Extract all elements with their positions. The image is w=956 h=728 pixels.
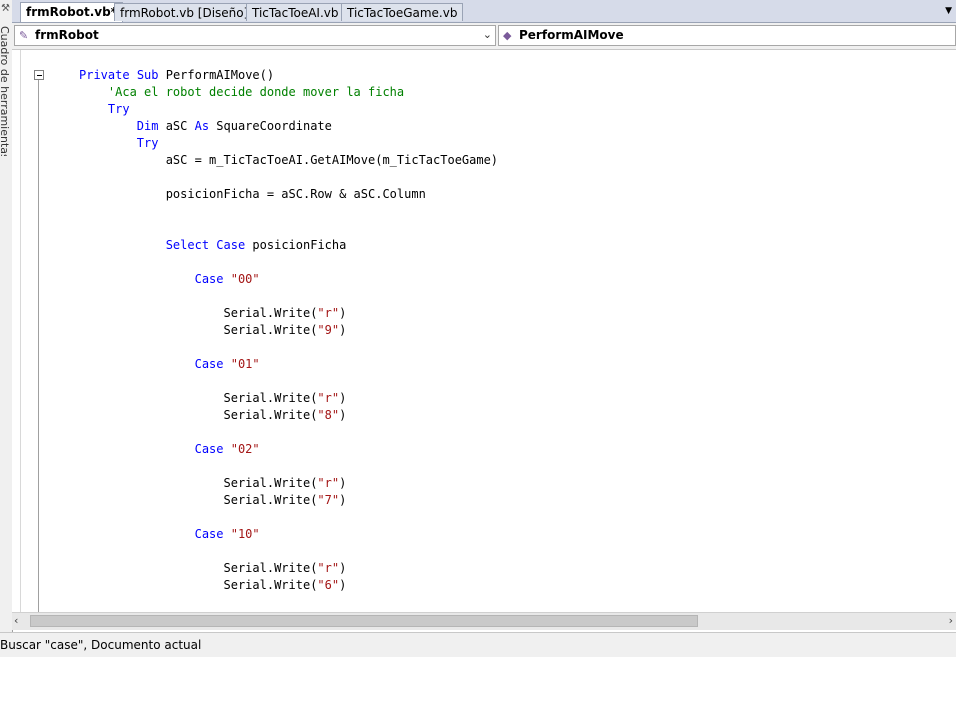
outline-collapse-icon[interactable] (34, 70, 44, 80)
chevron-down-icon[interactable]: ⌄ (483, 28, 492, 41)
code-text-span: ) (339, 391, 347, 405)
horizontal-scrollbar[interactable]: ‹ › (12, 612, 956, 630)
code-text-span: aSC (158, 119, 195, 133)
code-text-span: PerformAIMove() (158, 68, 275, 82)
code-text-span: Serial.Write( (223, 408, 318, 422)
class-name-value: frmRobot (35, 28, 99, 42)
tab-tictactoeai[interactable]: TicTacToeAI.vb (246, 3, 345, 21)
code-string: "6" (317, 578, 340, 592)
code-string: "r" (317, 306, 340, 320)
code-text-span: ) (339, 493, 347, 507)
code-keyword: Dim (136, 119, 159, 133)
navigation-bar: ✎ frmRobot ⌄ ◆ PerformAIMove (12, 23, 956, 50)
code-string: "r" (317, 561, 340, 575)
document-tab-bar: frmRobot.vb* frmRobot.vb [Diseño]* TicTa… (12, 0, 956, 23)
code-keyword: Try (107, 102, 130, 116)
code-text-span: Serial.Write( (223, 476, 318, 490)
code-keyword: Try (136, 136, 159, 150)
code-text-span: ) (339, 561, 347, 575)
method-name-value: PerformAIMove (519, 28, 624, 42)
tab-label: TicTacToeAI.vb (252, 6, 339, 20)
code-text-span: Serial.Write( (223, 578, 318, 592)
scrollbar-thumb[interactable] (30, 615, 698, 627)
code-text-span: ) (339, 306, 347, 320)
toolbox-label[interactable]: Cuadro de herramientas (0, 26, 11, 156)
code-keyword: Sub (136, 68, 159, 82)
code-text-span: ) (339, 578, 347, 592)
code-keyword: Case (194, 357, 224, 371)
code-keyword: Case (194, 527, 224, 541)
code-keyword: Select (165, 238, 210, 252)
code-comment: 'Aca el robot decide donde mover la fich… (107, 85, 405, 99)
code-string: "01" (230, 357, 260, 371)
tab-label: TicTacToeGame.vb (347, 6, 458, 20)
method-icon: ◆ (503, 29, 512, 42)
toolbox-icon[interactable]: ⚒ (1, 4, 11, 14)
scroll-left-icon[interactable]: ‹ (14, 614, 18, 627)
code-text-span: ) (339, 323, 347, 337)
tab-tictactoegame[interactable]: TicTacToeGame.vb (341, 3, 464, 21)
status-bar: Buscar "case", Documento actual (0, 632, 956, 657)
editor-margin-divider (20, 50, 21, 612)
code-string: "r" (317, 391, 340, 405)
code-text-span: Serial.Write( (223, 323, 318, 337)
code-text-span: aSC = m_TicTacToeAI.GetAIMove(m_TicTacTo… (165, 153, 499, 167)
code-text-span: posicionFicha = aSC.Row & aSC.Column (165, 187, 426, 201)
code-keyword: Case (194, 442, 224, 456)
class-name-combo[interactable]: ✎ frmRobot ⌄ (14, 25, 496, 46)
code-string: "8" (317, 408, 340, 422)
tab-list-dropdown-icon[interactable]: ▼ (945, 6, 952, 16)
code-text-span: SquareCoordinate (209, 119, 332, 133)
code-string: "02" (230, 442, 260, 456)
code-text-span: Serial.Write( (223, 561, 318, 575)
code-text-span: posicionFicha (245, 238, 347, 252)
code-text-span: Serial.Write( (223, 391, 318, 405)
method-name-combo[interactable]: ◆ PerformAIMove (498, 25, 956, 46)
code-editor[interactable]: Private Sub PerformAIMove() 'Aca el robo… (12, 50, 956, 612)
status-text: Buscar "case", Documento actual (0, 638, 202, 652)
code-keyword: As (194, 119, 210, 133)
code-text-span: ) (339, 408, 347, 422)
class-icon: ✎ (19, 29, 29, 42)
code-string: "r" (317, 476, 340, 490)
code-keyword: Private (79, 68, 130, 82)
code-text[interactable]: Private Sub PerformAIMove() 'Aca el robo… (79, 67, 498, 594)
code-keyword: Case (216, 238, 246, 252)
scroll-right-icon[interactable]: › (949, 614, 953, 627)
code-keyword: Case (194, 272, 224, 286)
tab-label: frmRobot.vb* (26, 5, 117, 19)
tab-frmrobot-designer[interactable]: frmRobot.vb [Diseño]* (114, 3, 261, 21)
code-string: "00" (230, 272, 260, 286)
code-string: "7" (317, 493, 340, 507)
code-text-span: Serial.Write( (223, 306, 318, 320)
code-string: "10" (230, 527, 260, 541)
tab-frmrobot-vb[interactable]: frmRobot.vb* (20, 2, 123, 22)
code-text-span: ) (339, 476, 347, 490)
code-text-span: Serial.Write( (223, 493, 318, 507)
outline-guide-line (38, 80, 39, 612)
tab-label: frmRobot.vb [Diseño]* (120, 6, 255, 20)
code-string: "9" (317, 323, 340, 337)
